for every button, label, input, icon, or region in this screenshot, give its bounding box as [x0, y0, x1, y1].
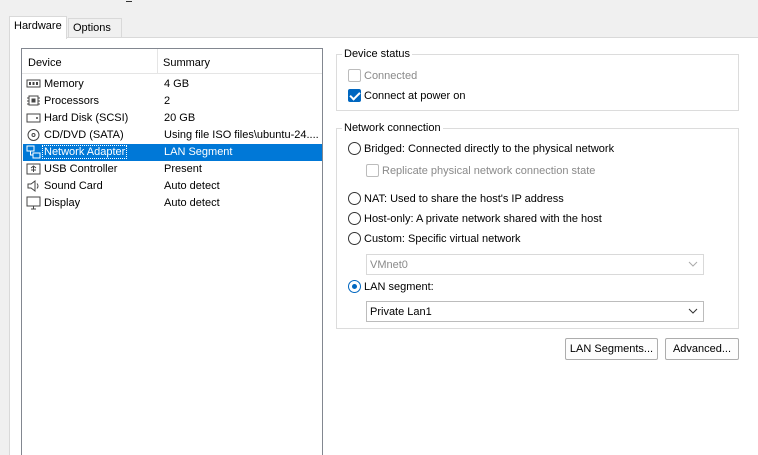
connected-checkbox[interactable]	[348, 69, 361, 82]
device-name: Sound Card	[44, 180, 103, 192]
device-name: Hard Disk (SCSI)	[44, 112, 129, 124]
device-row-processors[interactable]: Processors 2	[23, 93, 322, 110]
advanced-button[interactable]: Advanced...	[665, 338, 739, 360]
hardware-panel: Device Summary Memory 4 GB Processors 2 …	[9, 37, 758, 455]
lan-segment-value: Private Lan1	[370, 306, 432, 318]
column-header-device[interactable]: Device	[28, 57, 62, 69]
device-summary: Using file ISO files\ubuntu-24....	[164, 129, 319, 141]
device-name: Network Adapter	[41, 145, 128, 159]
device-row-memory[interactable]: Memory 4 GB	[23, 76, 322, 93]
bridged-radio[interactable]	[348, 142, 361, 155]
device-name: Memory	[44, 78, 84, 90]
device-status-legend: Device status	[342, 48, 413, 60]
replicate-checkbox[interactable]	[366, 164, 379, 177]
connect-at-power-on-label: Connect at power on	[364, 90, 466, 102]
network-connection-group: Network connection Bridged: Connected di…	[336, 122, 739, 329]
device-row-usb-controller[interactable]: USB Controller Present	[23, 161, 322, 178]
device-summary: 20 GB	[164, 112, 196, 124]
lan-segment-radio[interactable]	[348, 280, 361, 293]
device-name: Processors	[44, 95, 100, 107]
device-row-sound-card[interactable]: Sound Card Auto detect	[23, 178, 322, 195]
chevron-down-icon	[688, 261, 698, 267]
replicate-label: Replicate physical network connection st…	[382, 165, 596, 177]
device-name: CD/DVD (SATA)	[44, 129, 124, 141]
nat-radio[interactable]	[348, 192, 361, 205]
monitor-icon	[26, 196, 41, 210]
device-list-header: Device Summary	[22, 49, 322, 74]
nat-label: NAT: Used to share the host's IP address	[364, 193, 564, 205]
hard-disk-icon	[26, 113, 41, 123]
custom-radio[interactable]	[348, 232, 361, 245]
cd-dvd-icon	[27, 129, 40, 141]
host-only-label: Host-only: A private network shared with…	[364, 213, 602, 225]
device-summary: LAN Segment	[164, 146, 233, 158]
custom-label: Custom: Specific virtual network	[364, 233, 521, 245]
memory-icon	[26, 79, 41, 88]
custom-network-select[interactable]: VMnet0	[366, 254, 704, 275]
network-connection-legend: Network connection	[342, 122, 443, 134]
host-only-radio[interactable]	[348, 212, 361, 225]
device-summary: 2	[164, 95, 171, 107]
device-summary: Auto detect	[164, 180, 220, 192]
network-adapter-icon	[26, 145, 41, 159]
device-name: Display	[44, 197, 81, 209]
usb-icon	[26, 163, 41, 175]
device-list[interactable]: Device Summary Memory 4 GB Processors 2 …	[21, 48, 323, 455]
device-summary: Auto detect	[164, 197, 220, 209]
lan-segment-select[interactable]: Private Lan1	[366, 301, 704, 322]
speaker-icon	[27, 180, 39, 192]
title-bar-remnant	[0, 0, 758, 8]
lan-segments-button[interactable]: LAN Segments...	[565, 338, 658, 360]
tab-options[interactable]: Options	[68, 18, 122, 38]
device-row-display[interactable]: Display Auto detect	[23, 195, 322, 212]
chevron-down-icon	[688, 308, 698, 314]
device-name: USB Controller	[44, 163, 118, 175]
connected-label: Connected	[364, 70, 418, 82]
tab-hardware[interactable]: Hardware	[9, 16, 67, 39]
device-summary: 4 GB	[164, 78, 190, 90]
column-header-summary[interactable]: Summary	[163, 57, 210, 69]
custom-network-value: VMnet0	[370, 259, 408, 271]
bridged-label: Bridged: Connected directly to the physi…	[364, 143, 615, 155]
device-row-hard-disk[interactable]: Hard Disk (SCSI) 20 GB	[23, 110, 322, 127]
device-summary: Present	[164, 163, 202, 175]
connect-at-power-on-checkbox[interactable]	[348, 89, 361, 102]
device-status-group: Device status Connected Connect at power…	[336, 48, 739, 111]
device-row-cd-dvd[interactable]: CD/DVD (SATA) Using file ISO files\ubunt…	[23, 127, 322, 144]
device-row-network-adapter[interactable]: Network Adapter LAN Segment	[23, 144, 322, 161]
lan-segment-label: LAN segment:	[364, 281, 434, 293]
processor-icon	[27, 95, 40, 106]
